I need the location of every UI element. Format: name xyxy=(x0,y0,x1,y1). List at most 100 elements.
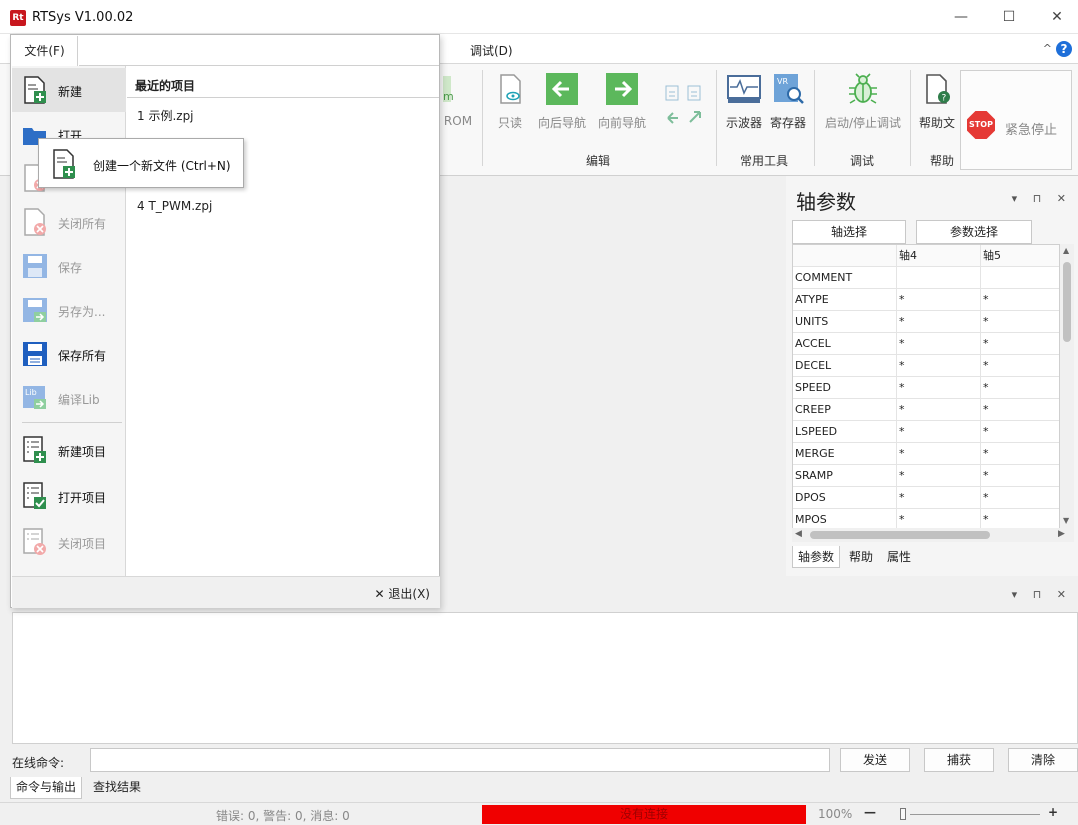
param-value-cell[interactable]: * xyxy=(981,355,1059,377)
window-title: RTSys V1.00.02 xyxy=(32,10,134,25)
start-stop-debug-button[interactable]: 启动/停止调试 xyxy=(820,72,906,131)
zoom-in-button[interactable]: + xyxy=(1048,805,1058,819)
param-value-cell[interactable]: * xyxy=(897,487,981,509)
table-row[interactable]: DPOS * * xyxy=(793,487,1059,509)
menu-close-project[interactable]: 关闭项目 xyxy=(12,520,126,564)
online-command-input[interactable] xyxy=(90,748,830,772)
param-value-cell[interactable]: * xyxy=(981,421,1059,443)
panel-controls[interactable]: ▾ ⊓ ✕ xyxy=(1012,192,1072,205)
stop-sign-icon[interactable]: STOP xyxy=(967,111,995,139)
table-row[interactable]: LSPEED * * xyxy=(793,421,1059,443)
title-bar: Rt RTSys V1.00.02 — ☐ ✕ xyxy=(0,0,1078,34)
exit-button[interactable]: ✕ 退出(X) xyxy=(375,585,430,602)
menu-compile-lib[interactable]: Lib 编译Lib xyxy=(12,376,126,420)
param-select-button[interactable]: 参数选择 xyxy=(916,220,1032,244)
param-value-cell[interactable]: * xyxy=(981,443,1059,465)
tab-command-output[interactable]: 命令与输出 xyxy=(10,777,83,799)
help-doc-button[interactable]: ? 帮助文 xyxy=(914,72,960,131)
table-row[interactable]: MPOS * * xyxy=(793,509,1059,529)
readonly-button[interactable]: 只读 xyxy=(490,72,530,131)
param-value-cell[interactable]: * xyxy=(897,355,981,377)
save-all-icon xyxy=(23,342,47,366)
recent-projects-title: 最近的项目 xyxy=(135,79,196,93)
menu-new-project[interactable]: 新建项目 xyxy=(12,428,126,472)
file-menu-tab[interactable]: 文件(F) xyxy=(12,36,78,66)
table-row[interactable]: SPEED * * xyxy=(793,377,1059,399)
param-value-cell[interactable]: * xyxy=(981,333,1059,355)
rom-button[interactable]: m ROM xyxy=(438,72,478,128)
menu-open-project[interactable]: 打开项目 xyxy=(12,474,126,518)
param-value-cell[interactable]: * xyxy=(981,509,1059,529)
nav-forward-button[interactable]: 向前导航 xyxy=(594,72,650,131)
emergency-stop-label[interactable]: 紧急停止 xyxy=(1005,119,1057,138)
close-button[interactable]: ✕ xyxy=(1034,0,1078,34)
menu-new[interactable]: 新建 xyxy=(12,68,126,112)
table-row[interactable]: DECEL * * xyxy=(793,355,1059,377)
recent-project-item[interactable]: 4 T_PWM.zpj xyxy=(137,199,212,213)
param-value-cell[interactable]: * xyxy=(897,399,981,421)
clear-button[interactable]: 清除 xyxy=(1008,748,1078,772)
column-axis5[interactable]: 轴5 xyxy=(981,245,1059,267)
scroll-down-icon[interactable]: ▼ xyxy=(1063,516,1069,525)
zoom-out-button[interactable]: — xyxy=(864,805,876,819)
param-value-cell[interactable]: * xyxy=(981,311,1059,333)
output-area[interactable] xyxy=(12,612,1078,744)
table-row[interactable]: ACCEL * * xyxy=(793,333,1059,355)
vertical-scrollbar[interactable]: ▲ ▼ xyxy=(1060,244,1074,530)
menu-save-as[interactable]: 另存为... xyxy=(12,288,126,332)
vertical-scroll-thumb[interactable] xyxy=(1063,262,1071,342)
menu-close-all[interactable]: 关闭所有 xyxy=(12,200,126,244)
param-value-cell[interactable]: * xyxy=(981,465,1059,487)
menu-debug[interactable]: 调试(D) xyxy=(470,42,513,59)
param-value-cell[interactable]: * xyxy=(897,465,981,487)
param-value-cell[interactable]: * xyxy=(897,421,981,443)
param-value-cell[interactable] xyxy=(981,267,1059,289)
new-file-icon xyxy=(53,149,75,179)
register-button[interactable]: VR 寄存器 xyxy=(766,72,810,131)
param-value-cell[interactable]: * xyxy=(897,333,981,355)
param-value-cell[interactable]: * xyxy=(981,289,1059,311)
send-button[interactable]: 发送 xyxy=(840,748,910,772)
axis-select-button[interactable]: 轴选择 xyxy=(792,220,906,244)
tab-axis-params[interactable]: 轴参数 xyxy=(792,546,841,568)
param-value-cell[interactable] xyxy=(897,267,981,289)
horizontal-scrollbar[interactable]: ◀ ▶ xyxy=(792,528,1074,542)
menu-save-all[interactable]: 保存所有 xyxy=(12,332,126,376)
group-debug-label: 调试 xyxy=(850,154,875,168)
param-value-cell[interactable]: * xyxy=(897,289,981,311)
table-row[interactable]: CREEP * * xyxy=(793,399,1059,421)
help-icon[interactable]: ? xyxy=(1056,41,1072,57)
recent-project-item[interactable]: 1 示例.zpj xyxy=(137,107,194,124)
param-value-cell[interactable]: * xyxy=(981,377,1059,399)
table-row[interactable]: SRAMP * * xyxy=(793,465,1059,487)
scroll-left-icon[interactable]: ◀ xyxy=(795,529,802,539)
maximize-button[interactable]: ☐ xyxy=(986,0,1032,34)
param-value-cell[interactable]: * xyxy=(897,443,981,465)
scroll-up-icon[interactable]: ▲ xyxy=(1063,246,1069,255)
oscilloscope-button[interactable]: 示波器 xyxy=(722,72,766,131)
param-value-cell[interactable]: * xyxy=(897,509,981,529)
param-value-cell[interactable]: * xyxy=(897,377,981,399)
param-value-cell[interactable]: * xyxy=(897,311,981,333)
close-project-icon xyxy=(23,528,46,555)
zoom-slider[interactable] xyxy=(900,808,906,820)
table-row[interactable]: ATYPE * * xyxy=(793,289,1059,311)
column-axis4[interactable]: 轴4 xyxy=(897,245,981,267)
table-row[interactable]: MERGE * * xyxy=(793,443,1059,465)
table-row[interactable]: UNITS * * xyxy=(793,311,1059,333)
collapse-ribbon-icon[interactable]: ^ xyxy=(1043,42,1052,55)
table-row[interactable]: COMMENT xyxy=(793,267,1059,289)
tab-help[interactable]: 帮助 xyxy=(844,546,878,567)
capture-button[interactable]: 捕获 xyxy=(924,748,994,772)
nav-back-button[interactable]: 向后导航 xyxy=(534,72,590,131)
param-value-cell[interactable]: * xyxy=(981,487,1059,509)
param-value-cell[interactable]: * xyxy=(981,399,1059,421)
scroll-right-icon[interactable]: ▶ xyxy=(1058,529,1065,539)
tab-find-results[interactable]: 查找结果 xyxy=(88,777,146,799)
edit-small-icons[interactable] xyxy=(664,84,708,128)
minimize-button[interactable]: — xyxy=(938,0,984,34)
tab-properties[interactable]: 属性 xyxy=(882,546,916,567)
output-panel-controls[interactable]: ▾ ⊓ ✕ xyxy=(1012,588,1072,601)
menu-save[interactable]: 保存 xyxy=(12,244,126,288)
horizontal-scroll-thumb[interactable] xyxy=(810,531,990,539)
